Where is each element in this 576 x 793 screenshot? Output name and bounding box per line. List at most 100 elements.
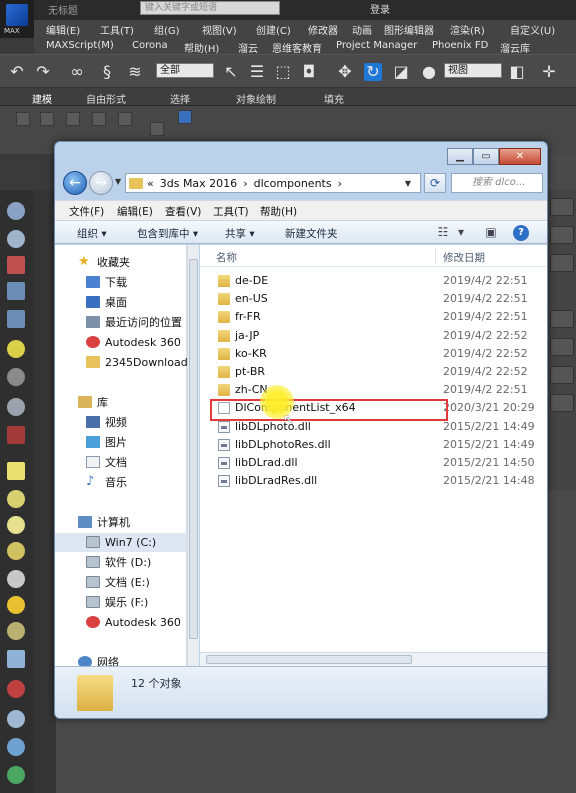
sun-icon[interactable]: [7, 596, 25, 614]
panel-item[interactable]: [550, 366, 574, 384]
menu-enwei-edu[interactable]: 恩维客教育: [272, 40, 322, 55]
nav-item-drive-d[interactable]: 软件 (D:): [55, 553, 187, 572]
address-bar[interactable]: « 3ds Max 2016 › dlcomponents › ▼: [125, 173, 421, 193]
address-dropdown-icon[interactable]: ▼: [405, 179, 411, 188]
help-icon[interactable]: ?: [513, 225, 529, 241]
menu-group[interactable]: 组(G): [154, 22, 180, 37]
nav-item-drive-c[interactable]: Win7 (C:): [55, 533, 187, 552]
link-icon[interactable]: ∞: [68, 63, 86, 81]
close-button[interactable]: ✕: [499, 148, 541, 165]
new-folder-button[interactable]: 新建文件夹: [285, 226, 338, 241]
ribbon-tool-icon[interactable]: [178, 110, 192, 124]
ribbon-tool-icon[interactable]: [92, 112, 106, 126]
menu-view[interactable]: 查看(V): [165, 204, 201, 219]
select-by-name-icon[interactable]: ☰: [248, 63, 266, 81]
menu-help[interactable]: 帮助(H): [260, 204, 297, 219]
rotate-icon[interactable]: ↻: [364, 63, 382, 81]
select-object-icon[interactable]: ↖: [222, 63, 240, 81]
view-options-icon[interactable]: ☷: [435, 225, 451, 240]
bind-spacewarp-icon[interactable]: ≋: [126, 63, 144, 81]
nav-item-2345downloads[interactable]: 2345Downloads: [55, 353, 193, 372]
menu-tools[interactable]: 工具(T): [213, 204, 249, 219]
scale-icon[interactable]: ◪: [392, 63, 410, 81]
file-row[interactable]: libDLradRes.dll 2015/2/21 14:48: [200, 472, 547, 490]
camera-icon[interactable]: [7, 426, 25, 444]
teapot-icon[interactable]: [7, 202, 25, 220]
navigation-scrollbar[interactable]: [187, 245, 199, 666]
include-in-library-button[interactable]: 包含到库中 ▾: [137, 226, 198, 241]
hemisphere-icon[interactable]: [7, 490, 25, 508]
panel-item[interactable]: [550, 198, 574, 216]
ribbon-tool-icon[interactable]: [66, 112, 80, 126]
window-crossing-icon[interactable]: ◘: [300, 63, 318, 81]
ribbon-tool-icon[interactable]: [150, 122, 164, 136]
panel-item[interactable]: [550, 310, 574, 328]
pivot-icon[interactable]: ◧: [508, 63, 526, 81]
selection-filter-dropdown[interactable]: 全部: [156, 63, 214, 78]
forward-button[interactable]: →: [89, 171, 113, 195]
tool-icon[interactable]: [7, 650, 25, 668]
tool-icon[interactable]: [7, 256, 25, 274]
menu-project-manager[interactable]: Project Manager: [336, 40, 417, 51]
menu-tools[interactable]: 工具(T): [100, 22, 134, 37]
menu-corona[interactable]: Corona: [132, 40, 168, 51]
scrollbar-thumb[interactable]: [189, 259, 198, 639]
breadcrumb-3dsmax[interactable]: 3ds Max 2016: [160, 177, 237, 190]
ribbon-tab-modeling[interactable]: 建模: [32, 91, 52, 106]
ribbon-tool-icon[interactable]: [16, 112, 30, 126]
max-search-input[interactable]: 键入关键字或短语: [140, 1, 280, 15]
redo-icon[interactable]: ↷: [34, 63, 52, 81]
file-row[interactable]: libDLrad.dll 2015/2/21 14:50: [200, 454, 547, 472]
panel-item[interactable]: [550, 254, 574, 272]
refresh-button[interactable]: ⟳: [424, 173, 446, 193]
horizontal-scrollbar[interactable]: [200, 652, 547, 666]
torus-icon[interactable]: [7, 516, 25, 534]
file-row[interactable]: zh-CN 2019/4/2 22:51: [200, 381, 547, 399]
file-row[interactable]: de-DE 2019/4/2 22:51: [200, 272, 547, 290]
cloud-icon[interactable]: [7, 230, 25, 248]
maximize-button[interactable]: ▭: [473, 148, 499, 165]
menu-view[interactable]: 视图(V): [202, 22, 237, 37]
plane-icon[interactable]: [7, 462, 25, 480]
sphere-icon[interactable]: [7, 622, 25, 640]
nav-computer[interactable]: 计算机: [55, 513, 187, 532]
select-manipulate-icon[interactable]: ✛: [540, 63, 558, 81]
preview-pane-icon[interactable]: ▣: [483, 225, 499, 240]
ribbon-tab-selection[interactable]: 选择: [170, 91, 190, 106]
menu-animation[interactable]: 动画: [352, 22, 372, 37]
menu-file[interactable]: 文件(F): [69, 204, 104, 219]
breadcrumb-dlcomponents[interactable]: dlcomponents: [254, 177, 332, 190]
nav-item-videos[interactable]: 视频: [55, 413, 187, 432]
grid-icon[interactable]: [7, 310, 25, 328]
ribbon-tab-object-paint[interactable]: 对象绘制: [236, 91, 276, 106]
menu-edit[interactable]: 编辑(E): [46, 22, 80, 37]
undo-icon[interactable]: ↶: [8, 63, 26, 81]
max-app-logo[interactable]: MAX: [0, 0, 34, 38]
tool-icon[interactable]: [7, 368, 25, 386]
column-divider[interactable]: [435, 248, 436, 264]
breadcrumb-separator-icon[interactable]: ›: [243, 177, 247, 190]
sphere-icon[interactable]: [7, 398, 25, 416]
move-icon[interactable]: ✥: [336, 63, 354, 81]
nav-item-music[interactable]: ♪ 音乐: [55, 473, 187, 492]
menu-help[interactable]: 帮助(H): [184, 40, 219, 55]
view-dropdown-icon[interactable]: ▾: [453, 225, 469, 240]
tool-icon[interactable]: [7, 710, 25, 728]
file-row[interactable]: ja-JP 2019/4/2 22:52: [200, 327, 547, 345]
nav-favorites[interactable]: ★ 收藏夹: [55, 253, 187, 272]
max-login-link[interactable]: 登录: [370, 1, 390, 16]
teapot-icon[interactable]: [7, 542, 25, 560]
breadcrumb-separator-icon[interactable]: ›: [338, 177, 342, 190]
menu-customize[interactable]: 自定义(U): [510, 22, 555, 37]
menu-liuyun[interactable]: 溜云: [238, 40, 258, 55]
nav-item-pictures[interactable]: 图片: [55, 433, 187, 452]
tool-icon[interactable]: [7, 282, 25, 300]
recent-pages-chevron-icon[interactable]: ▼: [115, 177, 121, 186]
tool-icon[interactable]: [7, 738, 25, 756]
nav-item-recent-places[interactable]: 最近访问的位置: [55, 313, 187, 332]
menu-rendering[interactable]: 渲染(R): [450, 22, 485, 37]
nav-item-desktop[interactable]: 桌面: [55, 293, 187, 312]
ribbon-tool-icon[interactable]: [118, 112, 132, 126]
minimize-button[interactable]: ▁: [447, 148, 473, 165]
file-row[interactable]: ko-KR 2019/4/2 22:52: [200, 345, 547, 363]
